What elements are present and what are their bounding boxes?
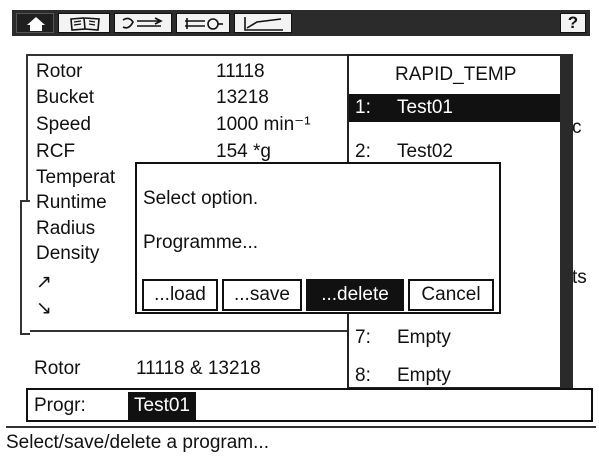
home-icon — [27, 17, 45, 31]
rotor-line-value: 11118 & 13218 — [136, 358, 261, 379]
program-option-dialog: Select option. Programme... ...load ...s… — [135, 162, 501, 314]
param-label-temperature: Temperat — [36, 167, 116, 188]
panel-bracket — [20, 200, 30, 335]
param-label-density: Density — [36, 243, 100, 264]
delete-button[interactable]: ...delete — [306, 279, 404, 311]
cancel-button[interactable]: Cancel — [408, 279, 494, 311]
tab-book[interactable] — [58, 13, 110, 33]
program-item-number: 1: — [355, 97, 371, 118]
param-value-speed: 1000 min⁻¹ — [216, 114, 311, 135]
param-label-radius: Radius — [36, 218, 96, 239]
program-list-title: RAPID_TEMP — [395, 64, 517, 85]
param-label-rcf: RCF — [36, 141, 76, 162]
program-item-number: 7: — [355, 327, 371, 348]
tab-rotor[interactable] — [114, 13, 172, 33]
param-value-bucket: 13218 — [216, 87, 269, 108]
program-field-label: Progr: — [34, 395, 86, 416]
save-button[interactable]: ...save — [222, 279, 302, 311]
program-item-name: Empty — [397, 365, 451, 386]
param-label-speed: Speed — [36, 114, 91, 135]
tab-graph[interactable] — [234, 13, 292, 33]
book-icon — [70, 17, 100, 31]
load-button[interactable]: ...load — [142, 279, 218, 311]
program-field[interactable]: Progr: Test01 — [26, 388, 593, 422]
status-bar: Select/save/delete a program... — [6, 426, 596, 454]
help-button[interactable]: ? — [560, 13, 586, 33]
program-list-item[interactable]: 8: Empty — [349, 362, 561, 390]
program-item-name: Empty — [397, 327, 451, 348]
dialog-prompt: Select option. — [143, 188, 259, 209]
arrow-up-icon: ↗ — [36, 272, 52, 293]
param-label-bucket: Bucket — [36, 87, 95, 108]
program-item-number: 8: — [355, 365, 371, 386]
right-fragment-c: c — [572, 117, 582, 138]
param-value-rcf: 154 *g — [216, 141, 271, 162]
tab-home[interactable] — [16, 13, 54, 33]
top-tab-bar: ? — [12, 10, 590, 36]
program-list-item[interactable]: 7: Empty — [349, 324, 561, 352]
program-field-value: Test01 — [128, 392, 196, 420]
right-fragment-ts: ts — [572, 267, 587, 288]
param-label-rotor: Rotor — [36, 61, 83, 82]
program-item-name: Test01 — [397, 97, 453, 118]
tab-settings[interactable] — [176, 13, 230, 33]
settings-icon — [185, 18, 223, 30]
graph-icon — [244, 17, 283, 31]
param-label-runtime: Runtime — [36, 192, 107, 213]
program-list-scrollbar[interactable] — [560, 54, 573, 389]
param-value-rotor: 11118 — [216, 61, 265, 82]
dialog-subject: Programme... — [143, 232, 259, 253]
arrow-down-icon: ↘ — [36, 298, 52, 319]
rotor-icon — [122, 17, 163, 29]
rotor-line-label: Rotor — [34, 358, 81, 379]
program-list-item[interactable]: 1: Test01 — [349, 94, 561, 122]
